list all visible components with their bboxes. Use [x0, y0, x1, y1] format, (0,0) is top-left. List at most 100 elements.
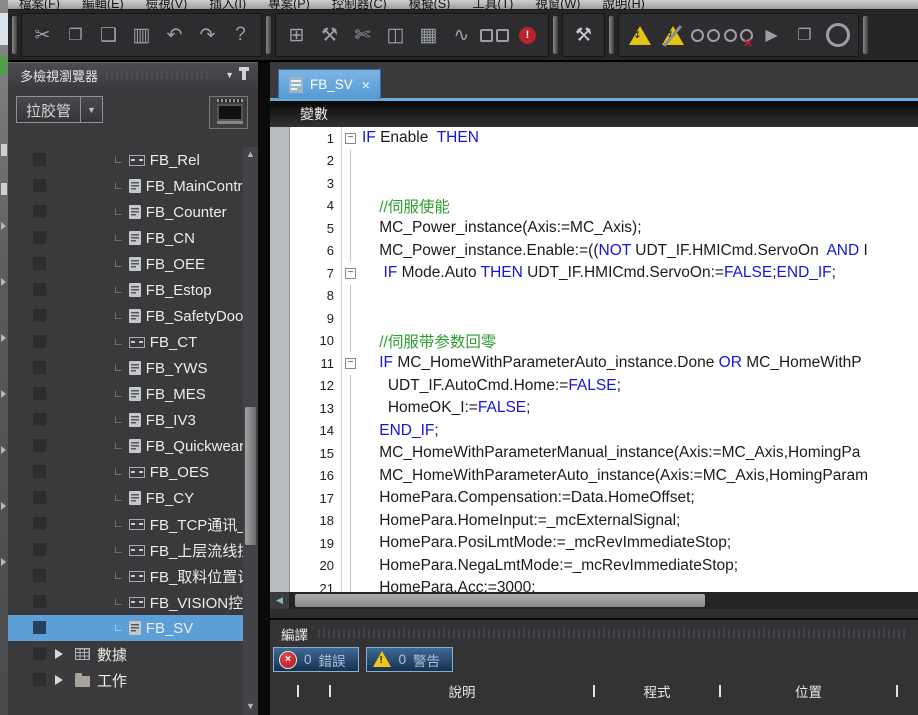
variables-bar[interactable]: 變數 — [270, 101, 918, 128]
go-online-icon[interactable]: ↯ — [623, 19, 656, 52]
code-line-8[interactable]: 8 — [289, 285, 918, 308]
code-line-13[interactable]: 13 HomeOK_I:=FALSE; — [289, 397, 918, 420]
error-list-icon[interactable]: ! — [511, 19, 544, 52]
scroll-down-icon[interactable]: ▼ — [243, 699, 258, 713]
tree-item-fb-counter[interactable]: ∟FB_Counter — [8, 199, 243, 225]
tree-item-fb-[interactable]: ∟FB_上层流线控制 — [8, 537, 243, 563]
code-line-5[interactable]: 5 MC_Power_instance(Axis:=MC_Axis); — [289, 217, 918, 240]
column-location[interactable]: 位置 — [721, 681, 896, 701]
code-line-6[interactable]: 6 MC_Power_instance.Enable:=((NOT UDT_IF… — [289, 240, 918, 263]
tree-item-fb-yws[interactable]: ∟FB_YWS — [8, 355, 243, 381]
code-line-2[interactable]: 2 — [289, 150, 918, 173]
fold-toggle[interactable]: − — [342, 127, 359, 150]
trim-icon[interactable]: ✄ — [346, 19, 379, 52]
code-line-9[interactable]: 9 — [289, 307, 918, 330]
tree-item-fb-mes[interactable]: ∟FB_MES — [8, 381, 243, 407]
code-line-10[interactable]: 10 //伺服带参数回零 — [289, 330, 918, 353]
watch-table-icon[interactable]: ▦ — [412, 19, 445, 52]
code-line-11[interactable]: 11− IF MC_HomeWithParameterAuto_instance… — [289, 352, 918, 375]
menu-item-0[interactable]: 檔案(F) — [8, 0, 71, 10]
warnings-filter-button[interactable]: ! 0 警告 — [366, 647, 454, 672]
scroll-left-icon[interactable]: ◀ — [270, 592, 289, 609]
menu-item-4[interactable]: 專案(P) — [257, 0, 321, 10]
breakpoint-gutter[interactable] — [270, 127, 290, 592]
code-line-15[interactable]: 15 MC_HomeWithParameterManual_instance(A… — [289, 442, 918, 465]
tree-item-fb-estop[interactable]: ∟FB_Estop — [8, 277, 243, 303]
scroll-up-icon[interactable]: ▲ — [243, 147, 258, 161]
tree-item-fb-oee[interactable]: ∟FB_OEE — [8, 251, 243, 277]
tab-fb-sv[interactable]: FB_SV × — [278, 69, 381, 99]
tree-item-fb-sv[interactable]: ∟FB_SV — [8, 615, 243, 641]
pin-icon[interactable] — [242, 71, 246, 80]
tree-scrollbar[interactable]: ▲ ▼ — [243, 147, 258, 715]
code-line-16[interactable]: 16 MC_HomeWithParameterAuto_instance(Axi… — [289, 465, 918, 488]
tree-item-fb-rel[interactable]: ∟FB_Rel — [8, 147, 243, 173]
device-selector[interactable]: 拉胶管 ▼ — [16, 96, 103, 123]
run-transfer-icon[interactable]: ▶ — [755, 19, 788, 52]
expand-arrow-icon[interactable] — [55, 675, 63, 685]
chevron-down-icon[interactable]: ▼ — [80, 97, 102, 122]
menu-item-7[interactable]: 工具(T) — [461, 0, 524, 10]
monitor-icon[interactable] — [689, 19, 722, 52]
column-program[interactable]: 程式 — [595, 681, 719, 701]
tree-item-fb-oes[interactable]: ∟FB_OES — [8, 459, 243, 485]
code-line-7[interactable]: 7− IF Mode.Auto THEN UDT_IF.HMICmd.Servo… — [289, 262, 918, 285]
explorer-collapse-icon[interactable]: ▼ — [225, 70, 234, 80]
code-line-14[interactable]: 14 END_IF; — [289, 420, 918, 443]
tree-item-fb-maincontrol[interactable]: ∟FB_MainControl — [8, 173, 243, 199]
tree-item-fb-safetydoor[interactable]: ∟FB_SafetyDoor — [8, 303, 243, 329]
rebuild-icon[interactable]: ⚒ — [567, 19, 600, 52]
fold-toggle[interactable]: − — [342, 262, 359, 285]
pulse-monitor-icon[interactable]: ∿ — [445, 19, 478, 52]
tree-item-fb-cy[interactable]: ∟FB_CY — [8, 485, 243, 511]
code-line-18[interactable]: 18 HomePara.HomeInput:=_mcExternalSignal… — [289, 510, 918, 533]
delete-icon[interactable]: ▥ — [125, 19, 158, 52]
tree-item-fb-quickwearpa[interactable]: ∟FB_Quickwearpa — [8, 433, 243, 459]
stop-monitor-icon[interactable]: ✕ — [722, 19, 755, 52]
scrollbar-thumb[interactable] — [245, 407, 256, 545]
code-line-20[interactable]: 20 HomePara.NegaLmtMode:=_mcRevImmediate… — [289, 555, 918, 578]
undo-icon[interactable]: ↶ — [158, 19, 191, 52]
menu-item-1[interactable]: 編輯(E) — [71, 0, 135, 10]
help-icon[interactable]: ? — [224, 19, 257, 52]
code-line-19[interactable]: 19 HomePara.PosiLmtMode:=_mcRevImmediate… — [289, 532, 918, 555]
code-line-4[interactable]: 4 //伺服使能 — [289, 195, 918, 218]
code-line-1[interactable]: 1−IF Enable THEN — [289, 127, 918, 150]
menu-item-3[interactable]: 插入(I) — [198, 0, 257, 10]
expand-arrow-icon[interactable] — [55, 649, 63, 659]
menu-item-6[interactable]: 模擬(S) — [398, 0, 462, 10]
column-description[interactable]: 說明 — [331, 681, 593, 701]
cut-icon[interactable]: ✂ — [26, 19, 59, 52]
copy-icon[interactable]: ❐ — [59, 19, 92, 52]
insert-window-icon[interactable]: ⊞ — [280, 19, 313, 52]
tree-item-fb-tcp-v10[interactable]: ∟FB_TCP通讯_V10 — [8, 511, 243, 537]
paste-icon[interactable]: ❑ — [92, 19, 125, 52]
code-line-21[interactable]: 21 HomePara.Acc:=3000; — [289, 577, 918, 592]
tree-item-fb-cn[interactable]: ∟FB_CN — [8, 225, 243, 251]
menu-item-8[interactable]: 視窗(W) — [524, 0, 591, 10]
redo-icon[interactable]: ↷ — [191, 19, 224, 52]
fold-toggle[interactable]: − — [342, 352, 359, 375]
hscrollbar-thumb[interactable] — [295, 594, 705, 607]
menu-item-5[interactable]: 控制器(C) — [321, 0, 398, 10]
controller-icon[interactable] — [209, 96, 248, 129]
tree-item-fb-[interactable]: ∟FB_取料位置计算 — [8, 563, 243, 589]
st-code-editor[interactable]: 1−IF Enable THEN234 //伺服使能5 MC_Power_ins… — [270, 127, 918, 592]
code-line-12[interactable]: 12 UDT_IF.AutoCmd.Home:=FALSE; — [289, 375, 918, 398]
tree-group-數據[interactable]: 數據 — [8, 641, 243, 667]
compare-icon[interactable]: ❐ — [788, 19, 821, 52]
find-icon[interactable] — [478, 19, 511, 52]
errors-filter-button[interactable]: × 0 錯誤 — [273, 647, 359, 672]
synchronize-icon[interactable] — [821, 19, 854, 52]
menu-item-2[interactable]: 檢視(V) — [135, 0, 199, 10]
edit-tools-icon[interactable]: ⚒ — [313, 19, 346, 52]
watch-window-icon[interactable]: ◫ — [379, 19, 412, 52]
tree-item-fb-iv3[interactable]: ∟FB_IV3 — [8, 407, 243, 433]
close-icon[interactable]: × — [362, 77, 370, 93]
tree-item-fb-vision-[interactable]: ∟FB_VISION控制_ — [8, 589, 243, 615]
go-offline-icon[interactable]: ↯ — [656, 19, 689, 52]
tree-item-fb-ct[interactable]: ∟FB_CT — [8, 329, 243, 355]
tree-group-工作[interactable]: 工作 — [8, 667, 243, 693]
code-line-17[interactable]: 17 HomePara.Compensation:=Data.HomeOffse… — [289, 487, 918, 510]
code-line-3[interactable]: 3 — [289, 172, 918, 195]
